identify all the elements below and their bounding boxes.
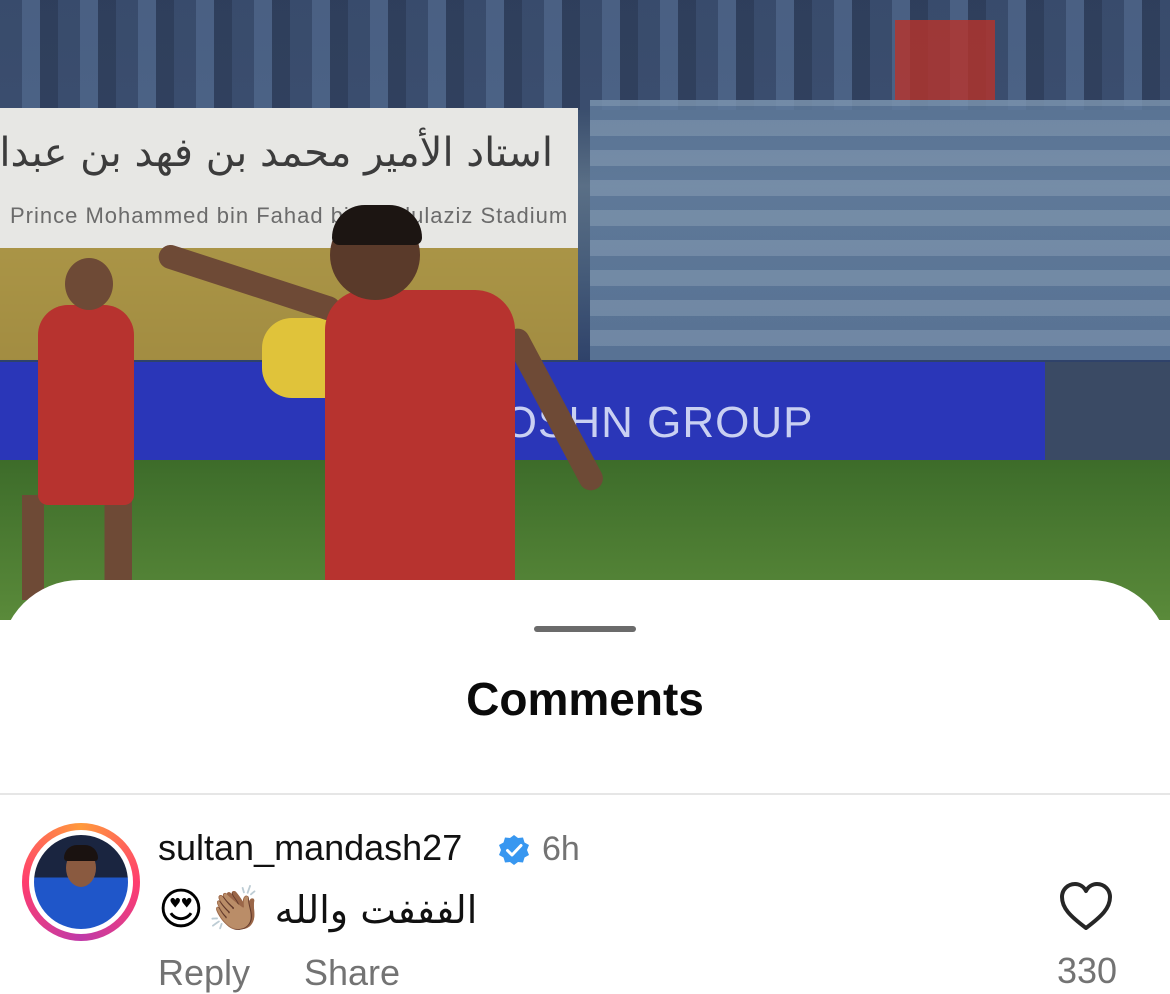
avatar[interactable] bbox=[22, 823, 140, 941]
video-player[interactable]: استاد الأمير محمد بن فهد بن عبدالعزيز Pr… bbox=[0, 0, 1170, 620]
comment-username[interactable]: sultan_mandash27 bbox=[158, 827, 462, 869]
stadium-stands-right bbox=[590, 100, 1170, 360]
sponsor-board-text: ROSHN GROUP bbox=[470, 398, 814, 447]
sponsor-board-side bbox=[1045, 362, 1170, 462]
main-player-hair bbox=[332, 205, 422, 245]
like-count: 330 bbox=[1056, 950, 1118, 991]
stadium-banner-arabic-text: استاد الأمير محمد بن فهد بن عبدالعزيز bbox=[0, 130, 553, 176]
main-player bbox=[325, 290, 515, 590]
sheet-drag-handle[interactable] bbox=[534, 626, 636, 632]
background-player-head bbox=[65, 258, 113, 310]
comment-body: 😍 👏🏽 الفففت والله bbox=[158, 880, 477, 940]
heart-eyes-emoji: 😍 bbox=[158, 884, 204, 935]
clapping-hands-emoji: 👏🏽 bbox=[207, 884, 263, 935]
stadium-banner-english-text: Prince Mohammed bin Fahad bin Abdulaziz … bbox=[10, 203, 569, 228]
background-player bbox=[38, 305, 134, 505]
comments-sheet: Comments sultan_mandash27 6h 😍 👏🏽 الفففت… bbox=[0, 580, 1170, 993]
reply-button[interactable]: Reply bbox=[158, 952, 250, 994]
heart-icon[interactable] bbox=[1058, 880, 1114, 932]
verified-badge-icon bbox=[499, 835, 529, 865]
comment-text: الفففت والله bbox=[274, 888, 478, 932]
avatar-photo bbox=[34, 835, 128, 929]
stadium-flag bbox=[895, 20, 995, 100]
stadium-banner: استاد الأمير محمد بن فهد بن عبدالعزيز Pr… bbox=[0, 108, 578, 248]
share-button[interactable]: Share bbox=[304, 952, 400, 994]
sheet-title: Comments bbox=[466, 673, 704, 725]
divider bbox=[0, 793, 1170, 795]
comment-timestamp: 6h bbox=[542, 830, 580, 868]
